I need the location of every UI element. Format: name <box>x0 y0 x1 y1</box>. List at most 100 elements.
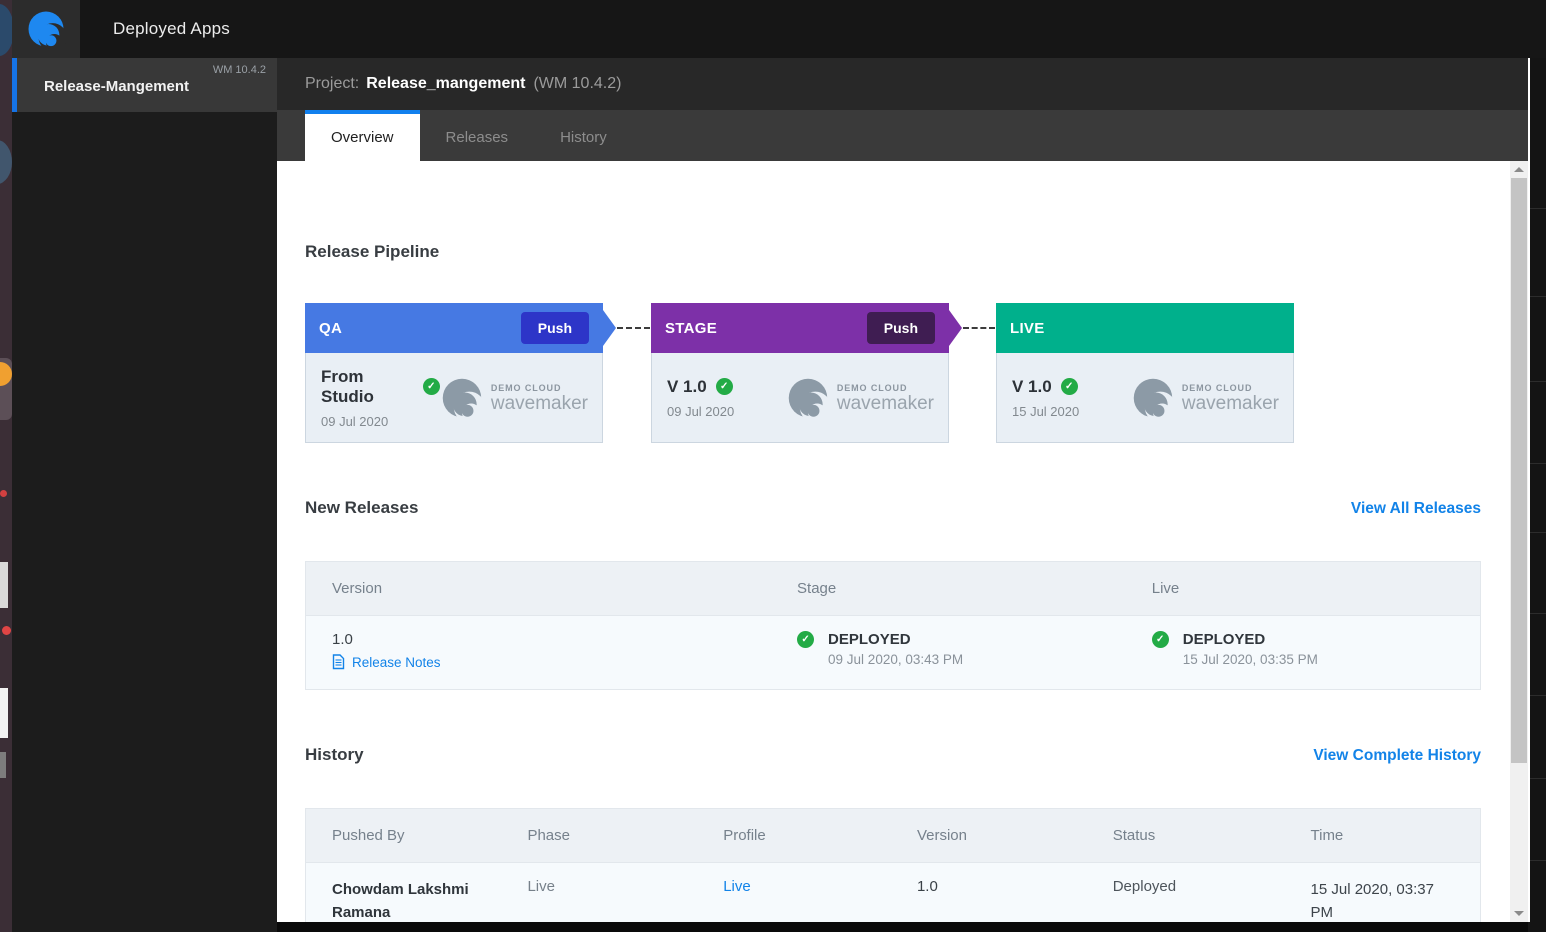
stage-stage-name: STAGE <box>665 320 717 337</box>
launcher-app-icon <box>0 562 8 608</box>
history-pushed-by: Chowdam Lakshmi Ramana <box>332 878 484 922</box>
release-notes-link[interactable]: Release Notes <box>352 655 441 670</box>
stage-stage-header: STAGE Push <box>651 303 949 353</box>
new-releases-title: New Releases <box>305 498 418 518</box>
wavemaker-label: wavemaker <box>837 394 934 413</box>
background-window-strip <box>1530 58 1546 932</box>
demo-cloud-logo: DEMO CLOUD wavemaker <box>1131 376 1279 420</box>
wavemaker-wave-icon <box>786 376 830 420</box>
live-deployed-status: DEPLOYED <box>1183 631 1318 648</box>
success-check-icon: ✓ <box>716 378 733 395</box>
pipeline-cards: QA Push From Studio ✓ 09 Jul 2020 <box>305 303 1510 443</box>
view-complete-history-link[interactable]: View Complete History <box>1313 747 1481 765</box>
pipeline-connector <box>603 303 651 443</box>
sidebar-item-version-badge: WM 10.4.2 <box>213 64 266 76</box>
vertical-scrollbar[interactable] <box>1510 161 1528 922</box>
success-check-icon: ✓ <box>1152 631 1169 648</box>
release-pipeline-title: Release Pipeline <box>305 242 1510 262</box>
tab-history[interactable]: History <box>534 110 633 161</box>
scroll-down-button[interactable] <box>1510 905 1528 922</box>
history-profile-link[interactable]: Live <box>723 878 751 895</box>
success-check-icon: ✓ <box>797 631 814 648</box>
column-header-pushed-by: Pushed By <box>306 809 502 863</box>
history-time: 15 Jul 2020, 03:37 PM <box>1311 878 1446 922</box>
main-panel: Project: Release_mangement (WM 10.4.2) O… <box>277 58 1528 932</box>
sidebar-item-label: Release-Mangement <box>44 78 189 95</box>
qa-stage-header: QA Push <box>305 303 603 353</box>
project-version: (WM 10.4.2) <box>533 75 621 93</box>
stage-stage-body: V 1.0 ✓ 09 Jul 2020 <box>651 353 949 443</box>
overview-content: Release Pipeline QA Push From Studio ✓ <box>277 161 1528 922</box>
view-all-releases-link[interactable]: View All Releases <box>1351 500 1481 518</box>
wavemaker-wave-icon <box>440 376 484 420</box>
scrollbar-thumb[interactable] <box>1511 178 1527 763</box>
stage-deploy-date: 09 Jul 2020 <box>667 404 734 419</box>
table-header-row: Pushed By Phase Profile Version Status T… <box>306 809 1481 863</box>
new-releases-table: Version Stage Live 1.0 <box>305 561 1481 690</box>
history-title: History <box>305 745 364 765</box>
page-title: Deployed Apps <box>113 19 230 39</box>
column-header-profile: Profile <box>697 809 891 863</box>
pipeline-connector <box>949 303 996 443</box>
live-stage-header: LIVE <box>996 303 1294 353</box>
qa-version-label: From Studio <box>321 367 414 407</box>
live-version-label: V 1.0 <box>1012 377 1052 397</box>
live-deployed-time: 15 Jul 2020, 03:35 PM <box>1183 652 1318 667</box>
release-version: 1.0 <box>332 631 771 648</box>
table-row: Chowdam Lakshmi Ramana Live Live 1.0 Dep… <box>306 863 1481 923</box>
project-name: Release_mangement <box>366 75 525 93</box>
pipeline-card-stage: STAGE Push V 1.0 ✓ 09 Jul 2020 <box>651 303 949 443</box>
sidebar-item-release-mangement[interactable]: Release-Mangement WM 10.4.2 <box>12 58 277 112</box>
scroll-up-icon <box>1514 167 1524 172</box>
column-header-time: Time <box>1285 809 1481 863</box>
launcher-badge <box>0 490 7 497</box>
launcher-app-icon <box>0 752 6 778</box>
scroll-down-icon <box>1514 911 1524 916</box>
history-table: Pushed By Phase Profile Version Status T… <box>305 808 1481 922</box>
project-label: Project: <box>305 75 359 93</box>
column-header-version: Version <box>306 562 772 616</box>
tab-overview[interactable]: Overview <box>305 110 420 161</box>
column-header-version: Version <box>891 809 1087 863</box>
sidebar: Release-Mangement WM 10.4.2 <box>12 58 277 932</box>
tab-releases[interactable]: Releases <box>420 110 535 161</box>
pipeline-card-live: LIVE V 1.0 ✓ 15 Jul 2020 <box>996 303 1294 443</box>
qa-stage-body: From Studio ✓ 09 Jul 2020 <box>305 353 603 443</box>
top-bar: Deployed Apps <box>12 0 1546 58</box>
success-check-icon: ✓ <box>423 378 440 395</box>
tab-bar: Overview Releases History <box>277 110 1528 161</box>
success-check-icon: ✓ <box>1061 378 1078 395</box>
qa-stage-name: QA <box>319 320 342 337</box>
history-phase: Live <box>527 878 697 895</box>
history-status: Deployed <box>1113 878 1285 895</box>
table-header-row: Version Stage Live <box>306 562 1481 616</box>
project-header: Project: Release_mangement (WM 10.4.2) <box>277 58 1528 110</box>
launcher-app-icon <box>0 688 8 738</box>
demo-cloud-label: DEMO CLOUD <box>837 383 934 393</box>
live-stage-body: V 1.0 ✓ 15 Jul 2020 <box>996 353 1294 443</box>
qa-push-button[interactable]: Push <box>521 312 589 344</box>
live-deploy-date: 15 Jul 2020 <box>1012 404 1079 419</box>
column-header-status: Status <box>1087 809 1285 863</box>
scroll-up-button[interactable] <box>1510 161 1528 178</box>
wavemaker-label: wavemaker <box>491 394 588 413</box>
column-header-live: Live <box>1126 562 1481 616</box>
wavemaker-label: wavemaker <box>1182 394 1279 413</box>
column-header-phase: Phase <box>501 809 697 863</box>
wavemaker-logo-icon <box>26 9 66 49</box>
wavemaker-home-button[interactable] <box>12 0 80 58</box>
stage-deployed-time: 09 Jul 2020, 03:43 PM <box>828 652 963 667</box>
stage-deployed-status: DEPLOYED <box>828 631 963 648</box>
window-bottom-edge <box>277 922 1528 932</box>
launcher-app-icon <box>0 140 12 184</box>
release-notes-icon <box>332 654 345 670</box>
wavemaker-wave-icon <box>1131 376 1175 420</box>
demo-cloud-label: DEMO CLOUD <box>1182 383 1279 393</box>
history-version: 1.0 <box>917 878 1087 895</box>
pipeline-card-qa: QA Push From Studio ✓ 09 Jul 2020 <box>305 303 603 443</box>
stage-push-button[interactable]: Push <box>867 312 935 344</box>
demo-cloud-label: DEMO CLOUD <box>491 383 588 393</box>
launcher-app-icon <box>0 4 12 56</box>
table-row: 1.0 Release Notes <box>306 616 1481 690</box>
demo-cloud-logo: DEMO CLOUD wavemaker <box>786 376 934 420</box>
